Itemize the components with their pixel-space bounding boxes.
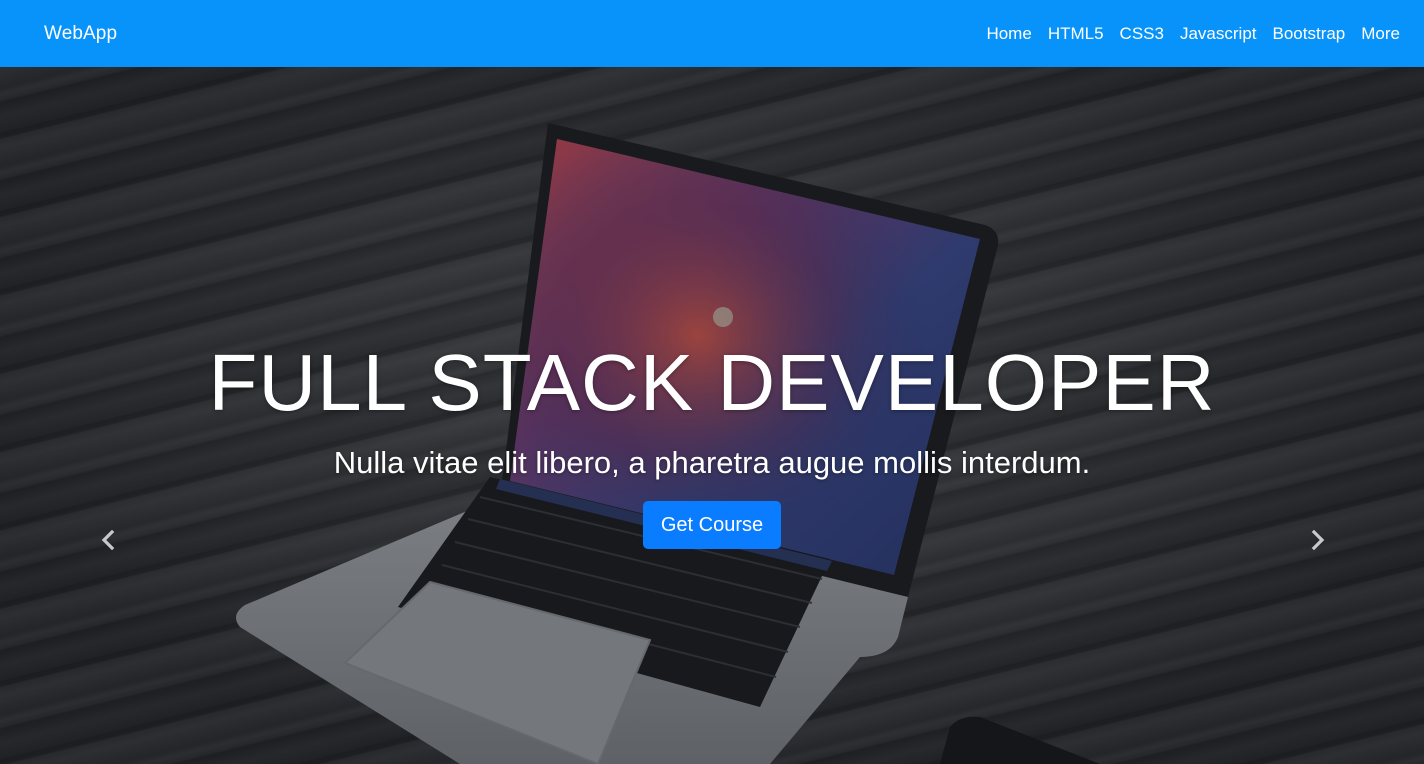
carousel-caption: FULL STACK DEVELOPER Nulla vitae elit li… <box>0 335 1424 549</box>
nav-link-more[interactable]: More <box>1353 0 1400 67</box>
hero-carousel: FULL STACK DEVELOPER Nulla vitae elit li… <box>0 67 1424 764</box>
nav-link-html5[interactable]: HTML5 <box>1040 0 1112 67</box>
nav-link-bootstrap[interactable]: Bootstrap <box>1265 0 1354 67</box>
nav-link-home[interactable]: Home <box>978 0 1039 67</box>
hero-title: FULL STACK DEVELOPER <box>208 338 1216 427</box>
carousel-next-button[interactable] <box>1304 527 1330 553</box>
navbar: WebApp Home HTML5 CSS3 Javascript Bootst… <box>0 0 1424 67</box>
chevron-left-icon <box>101 530 115 550</box>
nav-link-css3[interactable]: CSS3 <box>1112 0 1172 67</box>
brand-logo[interactable]: WebApp <box>44 23 117 45</box>
nav-link-javascript[interactable]: Javascript <box>1172 0 1265 67</box>
nav-links: Home HTML5 CSS3 Javascript Bootstrap Mor… <box>978 0 1400 67</box>
carousel-prev-button[interactable] <box>96 527 122 553</box>
get-course-button[interactable]: Get Course <box>642 501 782 549</box>
hero-subtitle: Nulla vitae elit libero, a pharetra augu… <box>333 445 1091 480</box>
chevron-right-icon <box>1311 530 1325 550</box>
